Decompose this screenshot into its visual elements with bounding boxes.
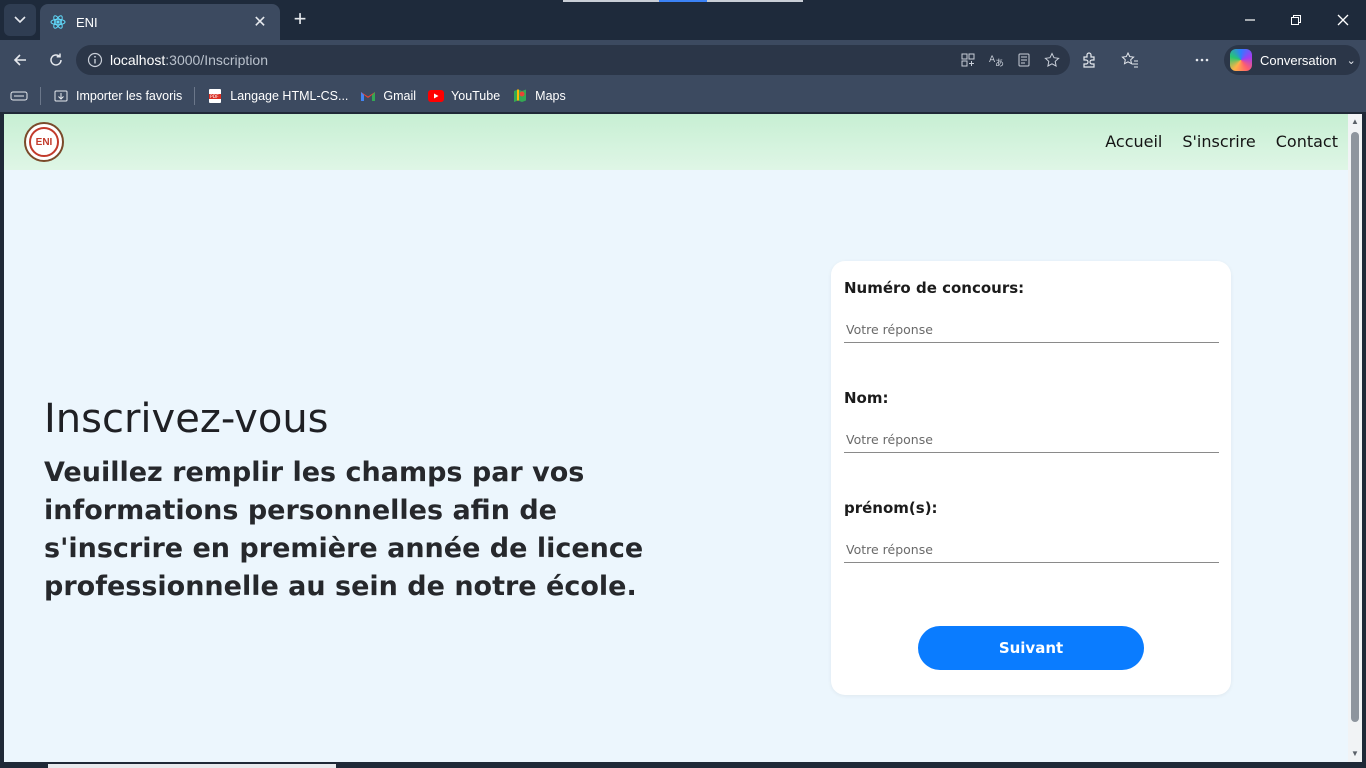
back-arrow-icon: [13, 54, 26, 66]
translate-icon[interactable]: Aあ: [984, 48, 1008, 72]
bookmark-youtube[interactable]: YouTube: [422, 83, 506, 109]
favorites-button[interactable]: [1118, 48, 1142, 72]
favorite-star-icon[interactable]: [1040, 48, 1064, 72]
bookmarks-bar: Importer les favoris PDF Langage HTML-CS…: [0, 80, 1366, 112]
browser-tab-active[interactable]: ENI ✕: [40, 4, 280, 40]
field-label: prénom(s):: [844, 499, 938, 517]
bookmark-label: Maps: [535, 89, 566, 103]
browser-titlebar: ENI ✕ +: [0, 0, 1366, 40]
youtube-icon: [428, 88, 445, 104]
app-available-icon[interactable]: [956, 48, 980, 72]
pdf-icon: PDF: [207, 88, 223, 104]
scroll-up-icon[interactable]: ▲: [1350, 117, 1360, 127]
svg-text:PDF: PDF: [210, 94, 219, 100]
field-concours: Numéro de concours:: [844, 279, 1219, 343]
bookmark-label: YouTube: [451, 89, 501, 103]
taskbar-edge: [0, 762, 1366, 768]
address-path: :3000/Inscription: [165, 52, 268, 68]
copilot-icon: [1230, 49, 1252, 71]
reader-mode-icon[interactable]: [1012, 48, 1036, 72]
field-prenoms: prénom(s):: [844, 499, 1219, 563]
bookmark-maps[interactable]: Maps: [506, 83, 572, 109]
bookmark-langage-html[interactable]: PDF Langage HTML-CS...: [201, 83, 354, 109]
bookmarks-divider: [194, 87, 196, 105]
logo-text: ENI: [29, 127, 59, 157]
page-scrollbar[interactable]: ▲ ▼: [1348, 114, 1362, 762]
titlebar-accent: [563, 0, 659, 2]
titlebar-accent: [707, 0, 803, 2]
address-bar[interactable]: localhost:3000/Inscription Aあ: [76, 45, 1070, 75]
page-title: Inscrivez-vous: [44, 396, 329, 442]
site-nav: Accueil S'inscrire Contact: [1105, 132, 1338, 151]
site-header: ENI Accueil S'inscrire Contact: [4, 114, 1348, 170]
favorites-list-icon: [1121, 51, 1138, 68]
titlebar-accent: [659, 0, 707, 2]
page-viewport: ENI Accueil S'inscrire Contact Inscrivez…: [4, 114, 1348, 762]
browser-toolbar: localhost:3000/Inscription Aあ Conversati…: [0, 40, 1366, 111]
close-window-button[interactable]: [1331, 8, 1355, 32]
restore-button[interactable]: [1284, 8, 1308, 32]
back-button[interactable]: [8, 48, 32, 72]
school-logo[interactable]: ENI: [24, 122, 64, 162]
nom-input[interactable]: [844, 427, 1219, 453]
nav-accueil[interactable]: Accueil: [1105, 132, 1162, 151]
bookmark-label: Langage HTML-CS...: [230, 89, 349, 103]
extensions-button[interactable]: [1077, 48, 1101, 72]
import-favorites-icon: [53, 88, 69, 104]
site-info-icon[interactable]: [80, 52, 110, 68]
next-button[interactable]: Suivant: [918, 626, 1144, 670]
prenoms-input[interactable]: [844, 537, 1219, 563]
bookmark-label: Gmail: [383, 89, 417, 103]
puzzle-icon: [1083, 52, 1095, 68]
chevron-down-icon: ⌄: [1346, 54, 1356, 67]
close-icon: [1337, 14, 1349, 26]
refresh-icon: [50, 53, 62, 66]
close-tab-icon[interactable]: ✕: [250, 12, 270, 32]
minimize-icon: [1245, 19, 1255, 21]
address-host: localhost: [110, 52, 166, 68]
scroll-down-icon[interactable]: ▼: [1350, 749, 1360, 759]
bookmark-gmail[interactable]: Gmail: [354, 83, 422, 109]
settings-more-button[interactable]: [1190, 48, 1214, 72]
bookmark-import-favorites[interactable]: Importer les favoris: [47, 83, 188, 109]
nav-sinscrire[interactable]: S'inscrire: [1182, 132, 1255, 151]
restore-icon: [1291, 15, 1301, 25]
copilot-button[interactable]: Conversation ⌄: [1224, 45, 1360, 75]
tab-actions-menu-button[interactable]: [4, 4, 36, 36]
chevron-down-icon: [14, 16, 26, 24]
tab-actions-icon[interactable]: [4, 83, 34, 109]
taskbar-segment: [48, 764, 336, 768]
minimize-button[interactable]: [1238, 8, 1262, 32]
refresh-button[interactable]: [44, 48, 68, 72]
scrollbar-thumb[interactable]: [1351, 132, 1359, 722]
field-label: Nom:: [844, 389, 889, 407]
field-nom: Nom:: [844, 389, 1219, 453]
field-label: Numéro de concours:: [844, 279, 1025, 297]
copilot-label: Conversation: [1260, 52, 1337, 68]
bookmark-label: Importer les favoris: [76, 89, 183, 103]
react-icon: [50, 14, 66, 30]
tab-title: ENI: [76, 14, 98, 30]
maps-icon: [512, 88, 528, 104]
more-dots-icon: [1195, 58, 1209, 62]
svg-text:あ: あ: [995, 58, 1004, 68]
page-intro: Veuillez remplir les champs par vos info…: [44, 457, 644, 602]
gmail-icon: [360, 88, 376, 104]
registration-form: Numéro de concours: Nom: prénom(s): Suiv…: [831, 261, 1231, 695]
new-tab-button[interactable]: +: [288, 8, 312, 32]
nav-contact[interactable]: Contact: [1276, 132, 1338, 151]
bookmarks-divider: [40, 87, 41, 105]
concours-number-input[interactable]: [844, 317, 1219, 343]
